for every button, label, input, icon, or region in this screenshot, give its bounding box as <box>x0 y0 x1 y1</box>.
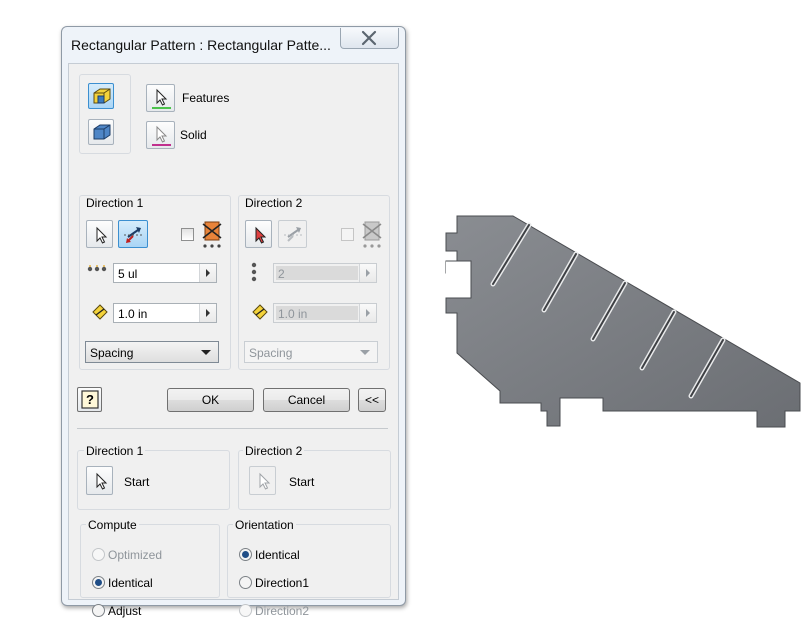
direction1-spacing-value: 1.0 in <box>118 307 148 321</box>
chevron-right-icon <box>206 309 210 317</box>
compute-identical-radio[interactable] <box>92 576 105 589</box>
compute-identical-label: Identical <box>108 576 153 590</box>
chevron-right-icon <box>206 269 210 277</box>
compute-adjust-radio[interactable] <box>92 604 105 617</box>
cursor-arrow-icon <box>259 472 271 490</box>
chevron-right-icon <box>366 269 370 277</box>
direction1-midplane-icon-wrap <box>199 218 225 250</box>
direction1-mode-value: Spacing <box>90 346 134 360</box>
part-body[interactable] <box>445 215 801 428</box>
direction1-header: Direction 1 <box>84 196 146 210</box>
direction1-count-field[interactable]: 5 ul <box>113 263 217 283</box>
orientation-identical-label: Identical <box>255 548 300 562</box>
compute-optimized-label: Optimized <box>108 548 163 562</box>
count-icon <box>87 265 107 272</box>
direction1-start-select-button[interactable] <box>86 466 113 495</box>
direction2-spacing-value: 1.0 in <box>278 307 308 321</box>
orientation-header: Orientation <box>233 518 296 532</box>
orientation-direction1-label: Direction1 <box>255 576 310 590</box>
direction2-start-select-button[interactable] <box>249 466 276 495</box>
direction2-count-arrow[interactable] <box>359 264 376 282</box>
midplane-icon <box>202 221 222 248</box>
dialog-client-area: Features Solid Direction 1 5 ul 1.0 in S… <box>68 63 399 618</box>
orientation-identical-radio[interactable] <box>239 548 252 561</box>
direction2-flip-button[interactable] <box>278 220 307 248</box>
direction2-mode-value: Spacing <box>249 346 293 360</box>
direction2-start-label: Start <box>289 475 315 489</box>
direction2-header: Direction 2 <box>243 196 305 210</box>
ok-button[interactable]: OK <box>167 388 254 412</box>
close-icon <box>361 30 377 46</box>
dialog-title: Rectangular Pattern : Rectangular Patte.… <box>71 37 331 53</box>
orientation-direction2-radio[interactable] <box>239 604 252 617</box>
direction2-midplane-icon-wrap <box>359 218 385 250</box>
direction1-mode-select[interactable]: Spacing <box>85 341 219 363</box>
collapse-button[interactable]: << <box>358 388 386 412</box>
solid-select-button[interactable] <box>146 121 175 149</box>
direction1-count-arrow[interactable] <box>199 264 216 282</box>
count-vertical-icon <box>251 262 257 282</box>
close-button[interactable] <box>340 28 399 49</box>
cursor-arrow-icon <box>152 125 171 146</box>
help-button[interactable]: ? <box>77 387 102 412</box>
start-direction1-header: Direction 1 <box>84 444 146 458</box>
compute-header: Compute <box>86 518 139 532</box>
orientation-direction1-radio[interactable] <box>239 576 252 589</box>
direction2-mode-select[interactable]: Spacing <box>244 341 378 363</box>
direction2-count-field[interactable]: 2 <box>273 263 377 283</box>
part-notch <box>446 260 472 299</box>
orientation-direction2-label: Direction2 <box>255 604 310 618</box>
pattern-solid-icon <box>93 124 111 140</box>
direction2-spacing-field[interactable]: 1.0 in <box>273 303 377 323</box>
section-divider <box>77 428 388 429</box>
direction2-count-value: 2 <box>278 267 285 281</box>
pattern-solid-button[interactable] <box>88 119 114 145</box>
cursor-arrow-icon <box>96 472 108 490</box>
spacing-icon <box>92 304 108 320</box>
direction1-spacing-field[interactable]: 1.0 in <box>113 303 217 323</box>
direction1-start-label: Start <box>124 475 150 489</box>
midplane-icon <box>362 221 382 248</box>
cursor-arrow-icon <box>96 226 108 244</box>
start-direction2-header: Direction 2 <box>243 444 305 458</box>
features-label: Features <box>182 91 230 105</box>
chevron-down-icon <box>201 350 211 355</box>
direction2-midplane-checkbox[interactable] <box>341 228 354 241</box>
chevron-right-icon <box>366 309 370 317</box>
cursor-arrow-red-icon <box>255 226 267 244</box>
direction1-midplane-checkbox[interactable] <box>181 228 194 241</box>
flip-direction-icon <box>284 227 304 242</box>
cursor-arrow-icon <box>152 88 171 109</box>
direction1-spacing-arrow[interactable] <box>199 304 216 322</box>
help-glyph: ? <box>86 392 94 407</box>
spacing-icon <box>252 304 268 320</box>
cancel-button[interactable]: Cancel <box>263 388 350 412</box>
pattern-features-icon <box>93 88 111 104</box>
rectangular-pattern-dialog: Rectangular Pattern : Rectangular Patte.… <box>61 26 406 618</box>
solid-label: Solid <box>180 128 207 142</box>
compute-optimized-radio[interactable] <box>92 548 105 561</box>
compute-adjust-label: Adjust <box>108 604 142 618</box>
direction2-spacing-arrow[interactable] <box>359 304 376 322</box>
direction1-flip-button[interactable] <box>118 220 148 248</box>
pattern-features-button[interactable] <box>88 83 114 109</box>
direction1-count-value: 5 ul <box>118 267 138 281</box>
flip-direction-icon <box>124 227 144 243</box>
features-select-button[interactable] <box>146 84 175 112</box>
direction2-path-select-button[interactable] <box>245 220 272 248</box>
chevron-down-icon <box>360 350 370 355</box>
part-model-viewport[interactable] <box>443 213 804 428</box>
direction1-path-select-button[interactable] <box>86 220 113 248</box>
